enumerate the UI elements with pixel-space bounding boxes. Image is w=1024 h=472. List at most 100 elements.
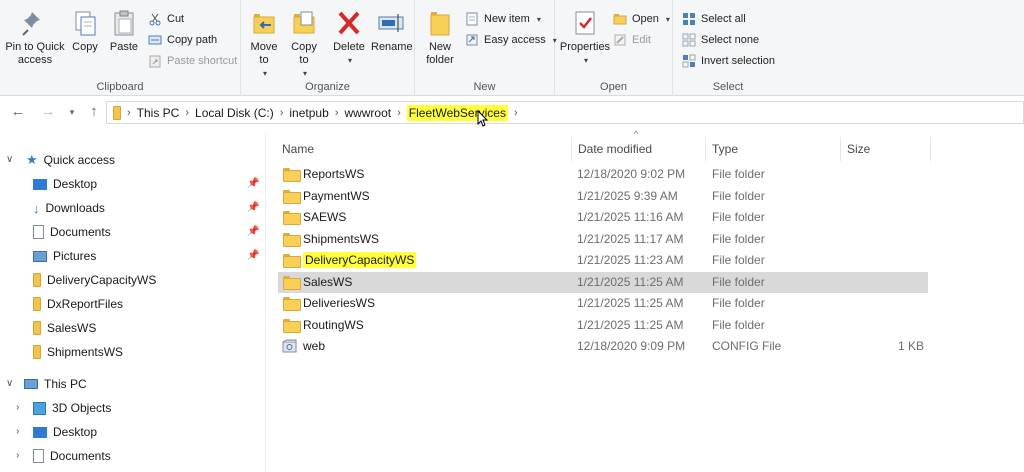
file-date: 1/21/2025 11:16 AM <box>577 210 684 224</box>
navigation-pane: ∨ ★ Quick access Desktop 📌 ↓ Downloads 📌… <box>0 132 266 472</box>
file-row[interactable]: ReportsWS 12/18/2020 9:02 PM File folder <box>278 164 928 185</box>
pinned-icon[interactable]: 📌 <box>247 178 259 189</box>
ribbon: Pin to Quick access Copy Paste Cut Copy … <box>0 0 1024 96</box>
crumb-fleetwebservices[interactable]: FleetWebServices <box>406 104 508 121</box>
recent-locations-chevron-icon[interactable]: ▾ <box>64 104 80 120</box>
sidebar-label: This PC <box>44 377 87 391</box>
crumb-this-pc[interactable]: This PC <box>137 106 180 120</box>
open-button[interactable]: Open ▾ <box>613 10 670 28</box>
file-row-selected[interactable]: SalesWS 1/21/2025 11:25 AM File folder <box>278 272 928 293</box>
cut-button[interactable]: Cut <box>148 10 184 28</box>
select-all-button[interactable]: Select all <box>682 10 746 28</box>
sidebar-item-desktop[interactable]: Desktop <box>33 173 97 195</box>
pinned-icon[interactable]: 📌 <box>247 226 259 237</box>
expand-chevron-icon[interactable]: › <box>16 450 19 461</box>
copy-to-button[interactable]: Copy to ▾ <box>287 8 321 80</box>
crumb-inetpub[interactable]: inetpub <box>289 106 328 120</box>
column-header-type[interactable]: Type <box>706 137 841 161</box>
pin-to-quick-access-button[interactable]: Pin to Quick access <box>4 8 66 67</box>
column-header-size[interactable]: Size <box>841 137 931 161</box>
crumb-wwwroot[interactable]: wwwroot <box>344 106 391 120</box>
file-row[interactable]: SAEWS 1/21/2025 11:16 AM File folder <box>278 207 928 228</box>
folder-icon <box>283 254 301 268</box>
address-folder-icon <box>113 105 121 120</box>
sidebar-item-documents-pc[interactable]: Documents <box>33 445 111 467</box>
crumb-local-disk[interactable]: Local Disk (C:) <box>195 106 274 120</box>
cut-label: Cut <box>167 13 185 25</box>
rename-button[interactable]: Rename <box>371 8 413 54</box>
address-bar[interactable]: › This PC › Local Disk (C:) › inetpub › … <box>106 101 1024 124</box>
star-icon: ★ <box>26 152 38 167</box>
crumb-separator-icon[interactable]: › <box>127 107 131 119</box>
this-pc-expand-chevron-icon[interactable]: ∨ <box>6 378 13 389</box>
crumb-separator-icon[interactable]: › <box>397 107 401 119</box>
select-none-button[interactable]: Select none <box>682 31 759 49</box>
desktop-icon <box>33 178 47 190</box>
sidebar-item-salesws[interactable]: SalesWS <box>33 317 96 339</box>
new-item-label: New item <box>484 13 530 25</box>
column-header-date-modified[interactable]: ^ Date modified <box>572 129 706 161</box>
column-header-label: Size <box>847 142 871 156</box>
column-header-name[interactable]: Name <box>276 137 572 161</box>
pictures-icon <box>33 250 47 262</box>
folder-icon <box>283 297 301 311</box>
sidebar-item-pictures[interactable]: Pictures <box>33 245 96 267</box>
copy-path-label: Copy path <box>167 34 218 46</box>
paste-label: Paste <box>109 41 139 53</box>
file-row[interactable]: web 12/18/2020 9:09 PM CONFIG File 1 KB <box>278 336 928 357</box>
folder-icon <box>283 211 301 225</box>
sidebar-label: ShipmentsWS <box>47 345 124 359</box>
new-item-button[interactable]: New item ▾ <box>465 10 541 28</box>
up-arrow-icon[interactable]: ↑ <box>86 104 102 120</box>
back-arrow-icon[interactable]: ← <box>10 104 26 120</box>
sidebar-label: Downloads <box>45 201 105 215</box>
file-type: File folder <box>712 232 765 246</box>
properties-button[interactable]: Properties ▾ <box>559 8 611 67</box>
crumb-separator-icon[interactable]: › <box>185 107 189 119</box>
file-date: 1/21/2025 11:25 AM <box>577 318 684 332</box>
delete-button[interactable]: Delete ▾ <box>331 8 367 67</box>
pinned-icon[interactable]: 📌 <box>247 250 259 261</box>
sidebar-label: Documents <box>50 449 111 463</box>
invert-selection-button[interactable]: Invert selection <box>682 52 775 70</box>
copy-to-dropdown-icon: ▾ <box>302 69 307 78</box>
expand-chevron-icon[interactable]: › <box>16 426 19 437</box>
sidebar-item-downloads[interactable]: ↓ Downloads <box>33 197 105 219</box>
sidebar-item-this-pc[interactable]: This PC <box>24 373 87 395</box>
file-size: 1 KB <box>897 339 924 353</box>
desktop-icon <box>33 426 47 438</box>
file-name: DeliveryCapacityWS <box>303 252 417 268</box>
sidebar-item-shipmentsws[interactable]: ShipmentsWS <box>33 341 123 363</box>
copy-button[interactable]: Copy <box>67 8 103 54</box>
file-row[interactable]: DeliveryCapacityWS 1/21/2025 11:23 AM Fi… <box>278 250 928 271</box>
file-row[interactable]: PaymentWS 1/21/2025 9:39 AM File folder <box>278 186 928 207</box>
paste-button[interactable]: Paste <box>106 8 142 54</box>
easy-access-button[interactable]: Easy access ▾ <box>465 31 557 49</box>
sidebar-item-3d-objects[interactable]: 3D Objects <box>33 397 111 419</box>
file-name: DeliveriesWS <box>303 296 376 310</box>
sidebar-item-documents[interactable]: Documents <box>33 221 111 243</box>
sidebar-label: DeliveryCapacityWS <box>47 273 157 287</box>
crumb-separator-icon[interactable]: › <box>514 107 518 119</box>
move-to-button[interactable]: Move to ▾ <box>247 8 281 80</box>
new-folder-button[interactable]: New folder <box>421 8 459 67</box>
edit-button[interactable]: Edit <box>613 31 651 49</box>
file-row[interactable]: RoutingWS 1/21/2025 11:25 AM File folder <box>278 315 928 336</box>
crumb-separator-icon[interactable]: › <box>280 107 284 119</box>
sidebar-item-quick-access[interactable]: ★ Quick access <box>26 149 115 171</box>
sidebar-item-dxreportfiles[interactable]: DxReportFiles <box>33 293 123 315</box>
folder-icon <box>283 319 301 333</box>
documents-icon <box>33 449 44 463</box>
quick-access-expand-chevron-icon[interactable]: ∨ <box>6 154 13 165</box>
pinned-icon[interactable]: 📌 <box>247 202 259 213</box>
expand-chevron-icon[interactable]: › <box>16 402 19 413</box>
paste-shortcut-button[interactable]: Paste shortcut <box>148 52 237 70</box>
crumb-separator-icon[interactable]: › <box>335 107 339 119</box>
sidebar-item-deliverycapacityws[interactable]: DeliveryCapacityWS <box>33 269 156 291</box>
file-name: RoutingWS <box>303 318 364 332</box>
file-row[interactable]: ShipmentsWS 1/21/2025 11:17 AM File fold… <box>278 229 928 250</box>
forward-arrow-icon[interactable]: → <box>40 104 56 120</box>
copy-path-button[interactable]: Copy path <box>148 31 217 49</box>
sidebar-item-desktop-pc[interactable]: Desktop <box>33 421 97 443</box>
file-row[interactable]: DeliveriesWS 1/21/2025 11:25 AM File fol… <box>278 293 928 314</box>
